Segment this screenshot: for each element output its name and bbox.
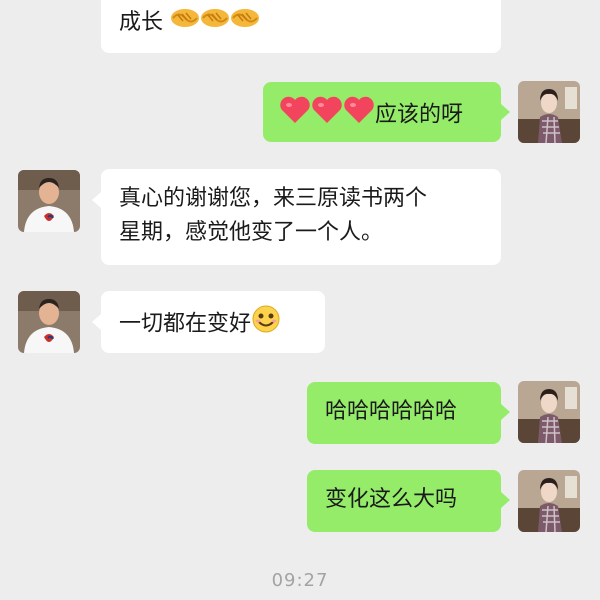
avatar-me[interactable] [518, 381, 580, 443]
bubble-tail [501, 492, 510, 508]
bubble-tail [501, 104, 510, 120]
smile-emoji [251, 304, 281, 345]
message-bubble[interactable]: 变化这么大吗 [307, 470, 501, 532]
heart-emoji [311, 95, 343, 136]
handshake-emoji [230, 6, 260, 40]
message-text: 成长 [119, 10, 164, 35]
message-bubble[interactable]: 一切都在变好 [101, 291, 325, 353]
message-bubble[interactable]: 应该的呀 [263, 82, 501, 142]
message-text: 应该的呀 [375, 102, 464, 128]
heart-emoji [279, 95, 311, 136]
heart-emoji [343, 95, 375, 136]
message-text-line1: 真心的谢谢您，来三原读书两个 [119, 186, 428, 211]
handshake-emoji [200, 6, 230, 40]
message-timestamp: 09:27 [271, 570, 329, 591]
avatar-contact[interactable] [18, 291, 80, 353]
message-bubble[interactable]: 哈哈哈哈哈哈 [307, 382, 501, 444]
message-text: 变化这么大吗 [325, 487, 458, 512]
avatar-me[interactable] [518, 81, 580, 143]
bubble-tail [501, 404, 510, 420]
avatar-contact[interactable] [18, 170, 80, 232]
handshake-emoji [170, 6, 200, 40]
message-text: 一切都在变好 [119, 311, 252, 337]
avatar-me[interactable] [518, 470, 580, 532]
message-text-line2: 星期，感觉他变了一个人。 [119, 220, 384, 245]
message-text: 哈哈哈哈哈哈 [325, 399, 458, 424]
message-bubble[interactable]: 真心的谢谢您，来三原读书两个 星期，感觉他变了一个人。 [101, 169, 501, 265]
message-bubble[interactable]: 成长 [101, 0, 501, 53]
bubble-tail [92, 192, 101, 208]
bubble-tail [92, 314, 101, 330]
